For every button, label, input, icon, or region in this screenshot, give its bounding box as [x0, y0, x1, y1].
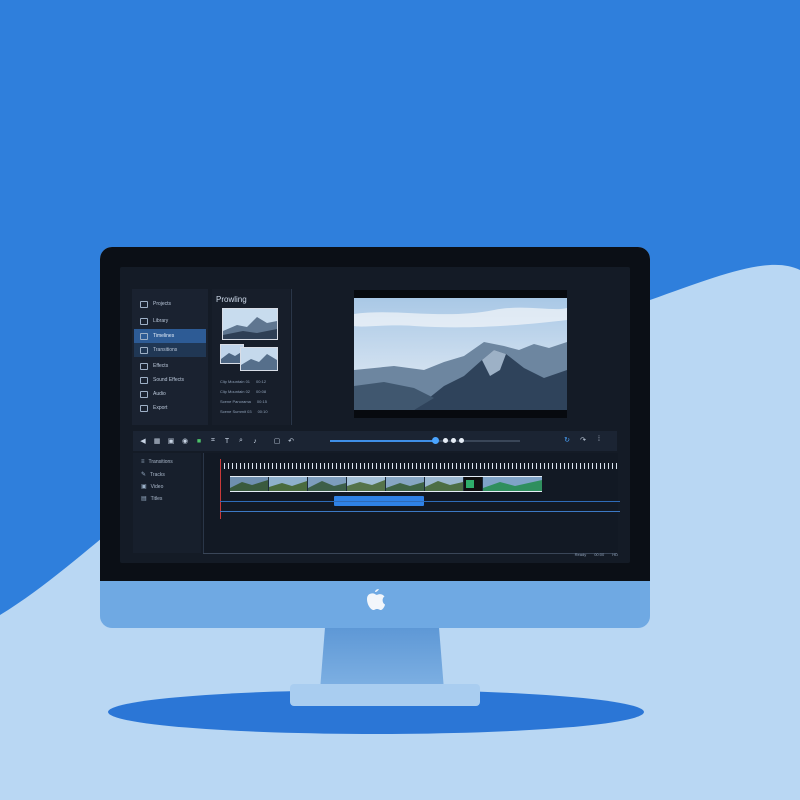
media-thumbnail[interactable] — [240, 347, 278, 371]
undo-icon[interactable]: ↶ — [287, 437, 295, 445]
pen-track-icon: ✎ — [141, 472, 147, 478]
list-item[interactable]: Scene Summit 03 00:10 — [220, 409, 268, 414]
title-track-icon: ▤ — [141, 496, 147, 502]
media-panel: Prowling Clip Mountain 01 00:12 Clip Mou… — [212, 289, 290, 425]
status-timecode: 00:00 — [594, 552, 605, 557]
playhead[interactable] — [220, 459, 221, 519]
timeline-toolbar: ◀ ▦ ▣ ◉ ■ ⌗ T ⌕ ♪ ▢ ↶ ↻ ↷ ⁞ — [133, 431, 617, 451]
transition-track-icon: ≡ — [141, 459, 145, 465]
folder-icon — [140, 300, 148, 308]
grid-icon[interactable]: ▦ — [153, 437, 161, 445]
video-lane — [220, 511, 620, 512]
media-row-duration: 00:08 — [256, 389, 267, 394]
playback-dot — [443, 438, 448, 443]
library-icon — [140, 317, 148, 325]
color-icon[interactable]: ◉ — [181, 437, 189, 445]
sidebar-item-export[interactable]: Export — [134, 401, 206, 415]
track-name: Transitions — [148, 459, 173, 465]
sound-icon — [140, 376, 148, 384]
status-format: HD — [612, 552, 618, 557]
timeline-bottom-border — [203, 553, 617, 554]
sidebar-item-projects[interactable]: Projects — [134, 297, 206, 311]
sidebar-item-effects[interactable]: Effects — [134, 359, 206, 373]
monitor: Projects Library Timelines Transitions E… — [100, 247, 650, 628]
playback-dot — [451, 438, 456, 443]
sidebar-item-label: Transitions — [153, 347, 178, 353]
video-track-icon: ▣ — [141, 484, 147, 490]
track-label-tracks[interactable]: ✎ Tracks — [141, 471, 165, 479]
media-row-duration: 00:12 — [256, 379, 267, 384]
media-row-name: Scene Panorama — [220, 399, 251, 404]
sidebar-item-sound-effects[interactable]: Sound Effects — [134, 373, 206, 387]
track-name: Tracks — [150, 471, 165, 478]
sidebar-item-label: Library — [153, 318, 169, 324]
text-icon[interactable]: T — [223, 438, 231, 445]
media-row-name: Scene Summit 03 — [220, 409, 252, 414]
transition-icon — [140, 346, 148, 354]
comment-icon[interactable]: ▢ — [273, 437, 281, 445]
layers-icon[interactable]: ▣ — [167, 437, 175, 445]
sidebar-item-label: Sound Effects — [153, 377, 185, 383]
track-list: ≡ Transitions ✎ Tracks ▣ Video ▤ Titles — [133, 453, 201, 553]
green-media-icon[interactable]: ■ — [195, 438, 203, 445]
video-preview[interactable] — [354, 290, 567, 418]
sidebar-item-library[interactable]: Library — [134, 314, 206, 328]
track-label-titles[interactable]: ▤ Titles — [141, 495, 163, 503]
effects-icon — [140, 362, 148, 370]
media-thumbnail[interactable] — [222, 308, 278, 340]
timeline[interactable] — [203, 453, 620, 553]
refresh-icon[interactable]: ↻ — [563, 436, 571, 444]
audio-icon[interactable]: ♪ — [251, 438, 259, 445]
playback-progress-fill — [330, 440, 435, 442]
playback-scrubber-handle[interactable] — [432, 437, 439, 444]
media-panel-title: Prowling — [216, 295, 247, 304]
screen: Projects Library Timelines Transitions E… — [120, 267, 630, 563]
search-icon[interactable]: ⌕ — [237, 437, 245, 445]
sidebar-item-label: Export — [153, 405, 168, 411]
settings-icon[interactable]: ⁞ — [595, 436, 603, 443]
sidebar-item-label: Projects — [153, 301, 172, 307]
media-row-name: Clip Mountain 02 — [220, 389, 251, 394]
mountain-thumbnail-image — [241, 348, 277, 370]
timeline-ruler[interactable] — [220, 463, 620, 469]
back-icon[interactable]: ◀ — [139, 437, 147, 445]
panel-divider — [291, 289, 292, 425]
mountain-thumbnail-image — [223, 309, 277, 339]
sidebar-item-timelines[interactable]: Timelines — [134, 329, 206, 343]
sidebar-item-label: Effects — [153, 363, 169, 369]
sidebar-item-audio[interactable]: Audio — [134, 387, 206, 401]
media-row-name: Clip Mountain 01 — [220, 379, 251, 384]
track-name: Video — [150, 483, 164, 490]
video-clip-strip[interactable] — [230, 476, 542, 492]
status-bar: Ready 00:00 HD — [575, 552, 618, 557]
audio-icon — [140, 390, 148, 398]
track-label-video[interactable]: ▣ Video — [141, 483, 164, 491]
audio-lane — [220, 501, 620, 502]
track-name: Titles — [150, 495, 163, 502]
monitor-stand-base — [290, 684, 480, 706]
export-icon — [140, 404, 148, 412]
track-label-transitions[interactable]: ≡ Transitions — [141, 459, 173, 465]
media-row-duration: 00:15 — [256, 399, 267, 404]
sidebar-item-label: Audio — [153, 391, 166, 397]
sidebar: Projects Library Timelines Transitions E… — [132, 289, 208, 425]
redo-icon[interactable]: ↷ — [579, 436, 587, 444]
apple-logo-icon — [367, 589, 385, 610]
list-item[interactable]: Scene Panorama 00:15 — [220, 399, 267, 404]
sidebar-item-label: Timelines — [153, 333, 175, 339]
list-item[interactable]: Clip Mountain 02 00:08 — [220, 389, 266, 394]
timeline-icon — [140, 332, 148, 340]
mountain-preview-image — [354, 298, 567, 410]
status-text: Ready — [574, 552, 587, 557]
playback-dot — [459, 438, 464, 443]
monitor-stand — [320, 628, 444, 690]
crop-icon[interactable]: ⌗ — [209, 437, 217, 445]
list-item[interactable]: Clip Mountain 01 00:12 — [220, 379, 266, 384]
sidebar-item-transitions[interactable]: Transitions — [134, 343, 206, 357]
media-row-duration: 00:10 — [257, 409, 268, 414]
